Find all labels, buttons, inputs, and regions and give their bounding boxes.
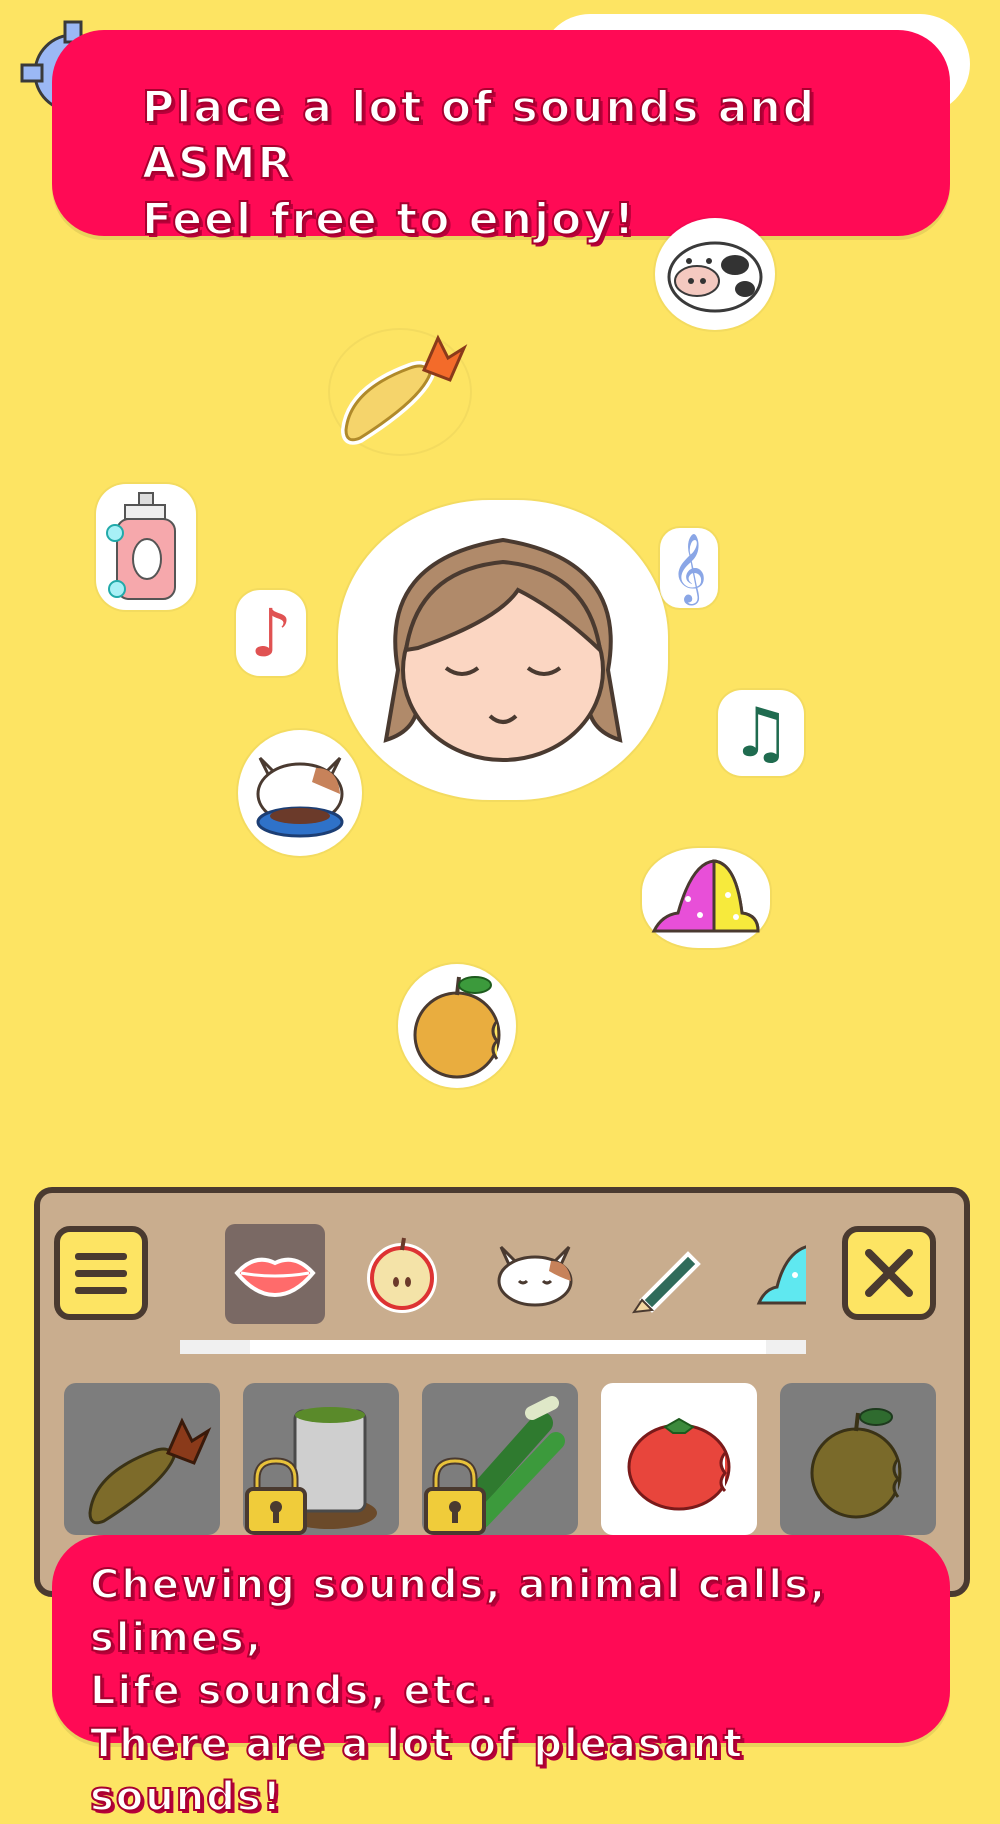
sound-item-shrimp-tempura[interactable] <box>64 1383 220 1535</box>
cow-icon[interactable] <box>655 218 775 330</box>
cat-eating-icon[interactable] <box>238 730 362 856</box>
category-strip[interactable] <box>180 1222 806 1326</box>
shrimp-tempura-icon[interactable] <box>330 330 470 454</box>
bottom-banner-line-2: Life sounds, etc. <box>89 1667 497 1715</box>
top-banner-line-2: Feel free to enjoy! <box>141 193 637 246</box>
top-banner-line-1: Place a lot of sounds and ASMR <box>141 81 817 190</box>
category-partial-left <box>180 1224 190 1324</box>
tomato-icon <box>627 1417 731 1511</box>
sound-item-green-tea-locked[interactable] <box>243 1383 399 1535</box>
category-slime-partial[interactable] <box>745 1224 806 1324</box>
pencil-icon <box>631 1251 701 1314</box>
bottom-promo-banner: Chewing sounds, animal calls, slimes, Li… <box>52 1535 950 1821</box>
apple-icon <box>367 1237 437 1313</box>
bottom-banner-line-1: Chewing sounds, animal calls, slimes, <box>89 1561 828 1662</box>
shampoo-bottle-icon[interactable] <box>96 484 196 610</box>
padlock-icon <box>424 1457 486 1535</box>
hamburger-menu-icon <box>75 1253 127 1294</box>
category-pencil[interactable] <box>618 1224 718 1324</box>
slime-partial-icon <box>756 1245 806 1305</box>
asian-pear-icon <box>810 1408 902 1519</box>
shrimp-tempura-icon <box>88 1417 212 1525</box>
category-cat[interactable] <box>485 1224 585 1324</box>
close-button[interactable] <box>842 1226 936 1320</box>
sound-item-tomato[interactable] <box>601 1383 757 1535</box>
bottom-banner-line-3: There are a lot of pleasant sounds! <box>89 1720 745 1821</box>
category-apple[interactable] <box>352 1224 452 1324</box>
category-lips[interactable] <box>225 1224 325 1324</box>
red-eighth-note-icon[interactable]: ♪ <box>236 590 306 676</box>
sound-item-asian-pear[interactable] <box>780 1383 936 1535</box>
treble-clef-icon[interactable]: 𝄞 <box>660 528 718 608</box>
slime-icon[interactable] <box>642 848 770 948</box>
cat-face-icon <box>497 1245 573 1307</box>
green-beamed-notes-icon[interactable]: ♫ <box>718 690 804 776</box>
sound-item-green-onion-locked[interactable] <box>422 1383 578 1535</box>
menu-button[interactable] <box>54 1226 148 1320</box>
padlock-icon <box>245 1457 307 1535</box>
category-scrollbar-thumb[interactable] <box>250 1340 766 1354</box>
top-promo-banner: Place a lot of sounds and ASMR Feel free… <box>52 30 950 246</box>
close-x-icon <box>865 1249 913 1297</box>
girl-face-icon[interactable] <box>338 500 668 800</box>
lips-icon <box>234 1257 316 1298</box>
bitten-apple-icon[interactable] <box>398 964 516 1088</box>
